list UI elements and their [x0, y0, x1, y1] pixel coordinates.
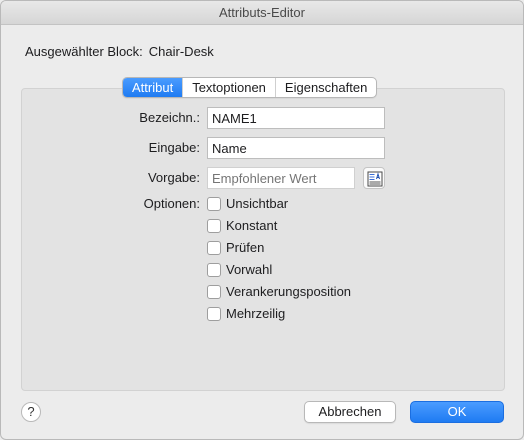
option-label: Unsichtbar — [226, 196, 289, 211]
default-label: Vorgabe: — [147, 170, 200, 185]
insert-field-icon — [367, 171, 383, 187]
attribute-editor-window: Attributs-Editor Ausgewählter Block: Chai… — [0, 0, 524, 440]
prompt-label: Eingabe: — [148, 140, 200, 155]
option-vorwahl[interactable]: Vorwahl — [207, 261, 272, 279]
option-label: Verankerungsposition — [226, 284, 352, 299]
tab-attribut[interactable]: Attribut — [123, 78, 184, 97]
option-label: Vorwahl — [226, 262, 273, 277]
window-title: Attributs-Editor — [1, 1, 523, 25]
default-value-input[interactable] — [207, 167, 355, 189]
checkbox[interactable] — [207, 263, 221, 277]
option-label: Prüfen — [226, 240, 265, 255]
option-unsichtbar[interactable]: Unsichtbar — [207, 195, 288, 213]
checkbox[interactable] — [207, 197, 221, 211]
tab-eigenschaften[interactable]: Eigenschaften — [276, 78, 376, 97]
selected-block-label: Ausgewählter Block: — [25, 44, 143, 59]
tab-textoptionen[interactable]: Textoptionen — [183, 78, 276, 97]
checkbox[interactable] — [207, 241, 221, 255]
checkbox[interactable] — [207, 307, 221, 321]
selected-block-info: Ausgewählter Block: Chair-Desk — [25, 43, 214, 61]
option-verankerungsposition[interactable]: Verankerungsposition — [207, 283, 351, 301]
option-pruefen[interactable]: Prüfen — [207, 239, 264, 257]
option-mehrzeilig[interactable]: Mehrzeilig — [207, 305, 285, 323]
tag-input[interactable] — [207, 107, 385, 129]
insert-field-button[interactable] — [363, 167, 385, 189]
option-label: Konstant — [226, 218, 278, 233]
option-label: Mehrzeilig — [226, 306, 286, 321]
tag-label: Bezeichn.: — [139, 110, 200, 125]
selected-block-value: Chair-Desk — [148, 44, 214, 59]
option-konstant[interactable]: Konstant — [207, 217, 277, 235]
ok-button[interactable]: OK — [410, 401, 504, 423]
help-button[interactable]: ? — [21, 402, 41, 422]
tab-bar: Attribut Textoptionen Eigenschaften — [122, 77, 378, 98]
checkbox[interactable] — [207, 285, 221, 299]
prompt-input[interactable] — [207, 137, 385, 159]
checkbox[interactable] — [207, 219, 221, 233]
options-label: Optionen: — [143, 196, 200, 211]
cancel-button[interactable]: Abbrechen — [304, 401, 396, 423]
